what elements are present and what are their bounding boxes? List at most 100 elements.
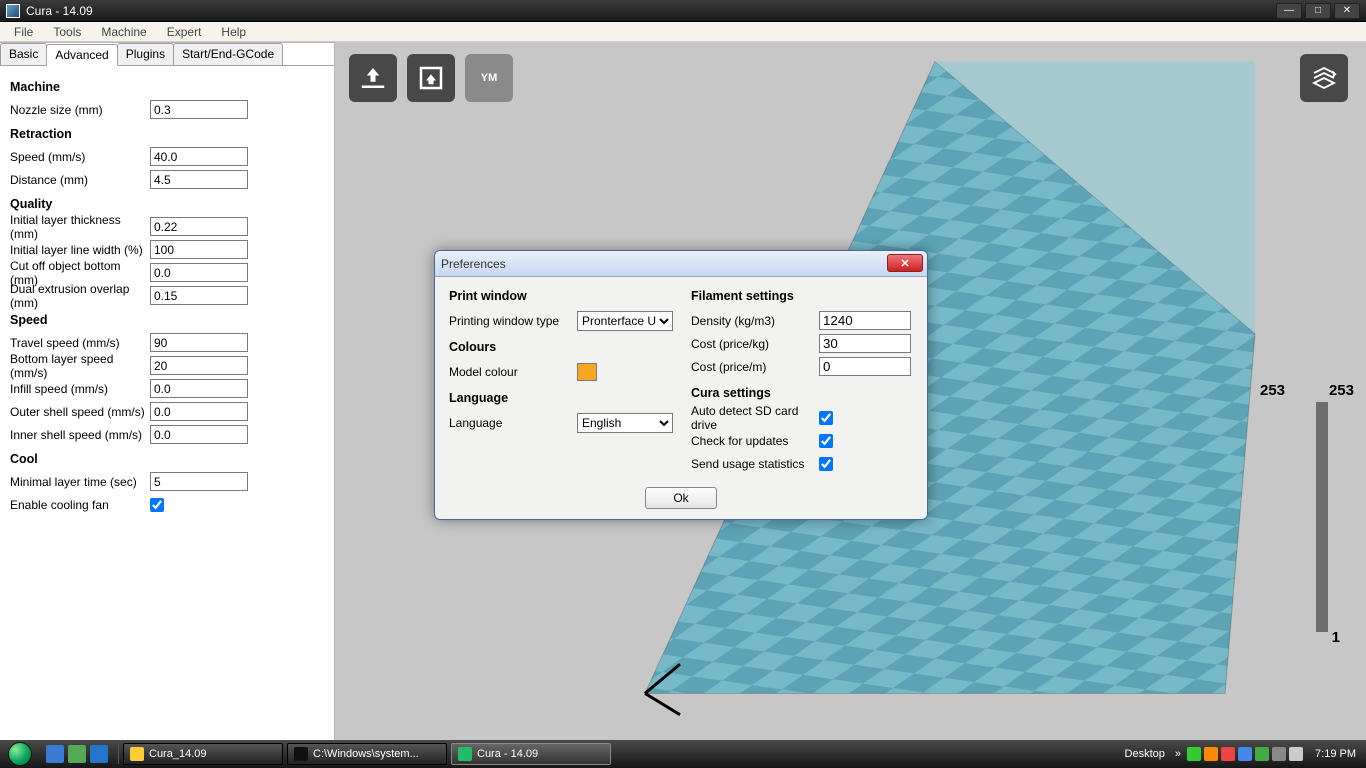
task-label: Cura_14.09 bbox=[149, 748, 207, 760]
dialog-titlebar[interactable]: Preferences ✕ bbox=[435, 251, 927, 277]
dialog-body: Print window Printing window type Pronte… bbox=[435, 277, 927, 487]
dialog-right-column: Filament settings Density (kg/m3) Cost (… bbox=[691, 287, 913, 475]
cost-m-label: Cost (price/m) bbox=[691, 360, 819, 374]
minimal-layer-time-input[interactable] bbox=[150, 472, 248, 491]
taskbar-task[interactable]: Cura_14.09 bbox=[123, 743, 283, 765]
initial-layer-width-input[interactable] bbox=[150, 240, 248, 259]
bottom-layer-speed-input[interactable] bbox=[150, 356, 248, 375]
menu-expert[interactable]: Expert bbox=[157, 23, 212, 41]
minimal-layer-time-label: Minimal layer time (sec) bbox=[10, 475, 150, 489]
model-colour-swatch[interactable] bbox=[577, 363, 597, 381]
minimize-button[interactable]: — bbox=[1276, 3, 1302, 19]
ym-button[interactable]: YM bbox=[465, 54, 513, 102]
filament-settings-heading: Filament settings bbox=[691, 289, 913, 303]
menu-help[interactable]: Help bbox=[211, 23, 256, 41]
dialog-footer: Ok bbox=[435, 487, 927, 519]
volume-icon[interactable] bbox=[1289, 747, 1303, 761]
section-quality: Quality bbox=[10, 197, 324, 211]
section-speed: Speed bbox=[10, 313, 324, 327]
desktop-toolbar-label[interactable]: Desktop bbox=[1125, 748, 1165, 760]
auto-detect-sd-checkbox[interactable] bbox=[819, 411, 833, 425]
start-button[interactable] bbox=[0, 740, 40, 768]
send-usage-stats-checkbox[interactable] bbox=[819, 457, 833, 471]
ok-button[interactable]: Ok bbox=[645, 487, 717, 509]
load-model-button[interactable] bbox=[349, 54, 397, 102]
window-buttons: — □ ✕ bbox=[1276, 3, 1360, 19]
menu-machine[interactable]: Machine bbox=[91, 23, 156, 41]
check-for-updates-checkbox[interactable] bbox=[819, 434, 833, 448]
tray-icon[interactable] bbox=[1204, 747, 1218, 761]
tray-icon[interactable] bbox=[1238, 747, 1252, 761]
cooling-fan-label: Enable cooling fan bbox=[10, 498, 150, 512]
cmd-icon bbox=[294, 747, 308, 761]
section-retraction: Retraction bbox=[10, 127, 324, 141]
inner-shell-speed-input[interactable] bbox=[150, 425, 248, 444]
prepare-button[interactable] bbox=[407, 54, 455, 102]
send-usage-stats-label: Send usage statistics bbox=[691, 457, 819, 471]
taskbar-task[interactable]: Cura - 14.09 bbox=[451, 743, 611, 765]
dialog-close-button[interactable]: ✕ bbox=[887, 254, 923, 272]
task-label: Cura - 14.09 bbox=[477, 748, 538, 760]
section-machine: Machine bbox=[10, 80, 324, 94]
tab-body-advanced: Machine Nozzle size (mm) Retraction Spee… bbox=[0, 65, 334, 524]
dialog-title: Preferences bbox=[441, 257, 506, 271]
layer-slider-track[interactable] bbox=[1316, 402, 1328, 632]
taskbar: Cura_14.09 C:\Windows\system... Cura - 1… bbox=[0, 740, 1366, 768]
quick-launch bbox=[46, 745, 108, 763]
check-for-updates-label: Check for updates bbox=[691, 434, 819, 448]
tab-gcode[interactable]: Start/End-GCode bbox=[173, 43, 283, 65]
chevron-icon[interactable]: » bbox=[1175, 748, 1181, 760]
taskbar-task[interactable]: C:\Windows\system... bbox=[287, 743, 447, 765]
travel-speed-label: Travel speed (mm/s) bbox=[10, 336, 150, 350]
tray-icon[interactable] bbox=[1221, 747, 1235, 761]
outer-shell-speed-input[interactable] bbox=[150, 402, 248, 421]
dual-extrusion-overlap-input[interactable] bbox=[150, 286, 248, 305]
folder-icon bbox=[130, 747, 144, 761]
quick-launch-icon[interactable] bbox=[68, 745, 86, 763]
retraction-distance-input[interactable] bbox=[150, 170, 248, 189]
cut-off-bottom-input[interactable] bbox=[150, 263, 248, 282]
task-label: C:\Windows\system... bbox=[313, 748, 419, 760]
taskbar-clock[interactable]: 7:19 PM bbox=[1315, 748, 1356, 760]
close-button[interactable]: ✕ bbox=[1334, 3, 1360, 19]
model-colour-label: Model colour bbox=[449, 365, 577, 379]
tray-icon[interactable] bbox=[1187, 747, 1201, 761]
quick-launch-icon[interactable] bbox=[46, 745, 64, 763]
tab-advanced[interactable]: Advanced bbox=[46, 44, 117, 66]
cooling-fan-checkbox[interactable] bbox=[150, 498, 164, 512]
preferences-dialog: Preferences ✕ Print window Printing wind… bbox=[434, 250, 928, 520]
auto-detect-sd-label: Auto detect SD card drive bbox=[691, 404, 819, 432]
infill-speed-label: Infill speed (mm/s) bbox=[10, 382, 150, 396]
view-mode-button[interactable] bbox=[1300, 54, 1348, 102]
maximize-button[interactable]: □ bbox=[1305, 3, 1331, 19]
nozzle-size-input[interactable] bbox=[150, 100, 248, 119]
menu-tools[interactable]: Tools bbox=[43, 23, 91, 41]
quick-launch-icon[interactable] bbox=[90, 745, 108, 763]
system-tray: Desktop » 7:19 PM bbox=[1125, 747, 1366, 761]
viewport-toolbar: YM bbox=[349, 54, 513, 102]
printing-window-type-select[interactable]: Pronterface UI bbox=[577, 311, 673, 331]
language-select[interactable]: English bbox=[577, 413, 673, 433]
tray-icons bbox=[1187, 747, 1303, 761]
menu-file[interactable]: File bbox=[4, 23, 43, 41]
colours-heading: Colours bbox=[449, 340, 673, 354]
retraction-speed-input[interactable] bbox=[150, 147, 248, 166]
viewport-right-toolbar bbox=[1300, 54, 1348, 102]
travel-speed-input[interactable] bbox=[150, 333, 248, 352]
cost-m-input[interactable] bbox=[819, 357, 911, 376]
cost-kg-input[interactable] bbox=[819, 334, 911, 353]
tab-basic[interactable]: Basic bbox=[0, 43, 47, 65]
tray-icon[interactable] bbox=[1255, 747, 1269, 761]
tab-plugins[interactable]: Plugins bbox=[117, 43, 174, 65]
initial-layer-thickness-input[interactable] bbox=[150, 217, 248, 236]
infill-speed-input[interactable] bbox=[150, 379, 248, 398]
tray-icon[interactable] bbox=[1272, 747, 1286, 761]
layer-slider[interactable]: 253 253 1 bbox=[1290, 386, 1348, 644]
windows-orb-icon bbox=[8, 742, 32, 766]
nozzle-size-label: Nozzle size (mm) bbox=[10, 103, 150, 117]
window-titlebar: Cura - 14.09 — □ ✕ bbox=[0, 0, 1366, 22]
outer-shell-speed-label: Outer shell speed (mm/s) bbox=[10, 405, 150, 419]
taskbar-tasks: Cura_14.09 C:\Windows\system... Cura - 1… bbox=[123, 743, 611, 765]
density-input[interactable] bbox=[819, 311, 911, 330]
layer-bottom: 1 bbox=[1332, 629, 1340, 646]
